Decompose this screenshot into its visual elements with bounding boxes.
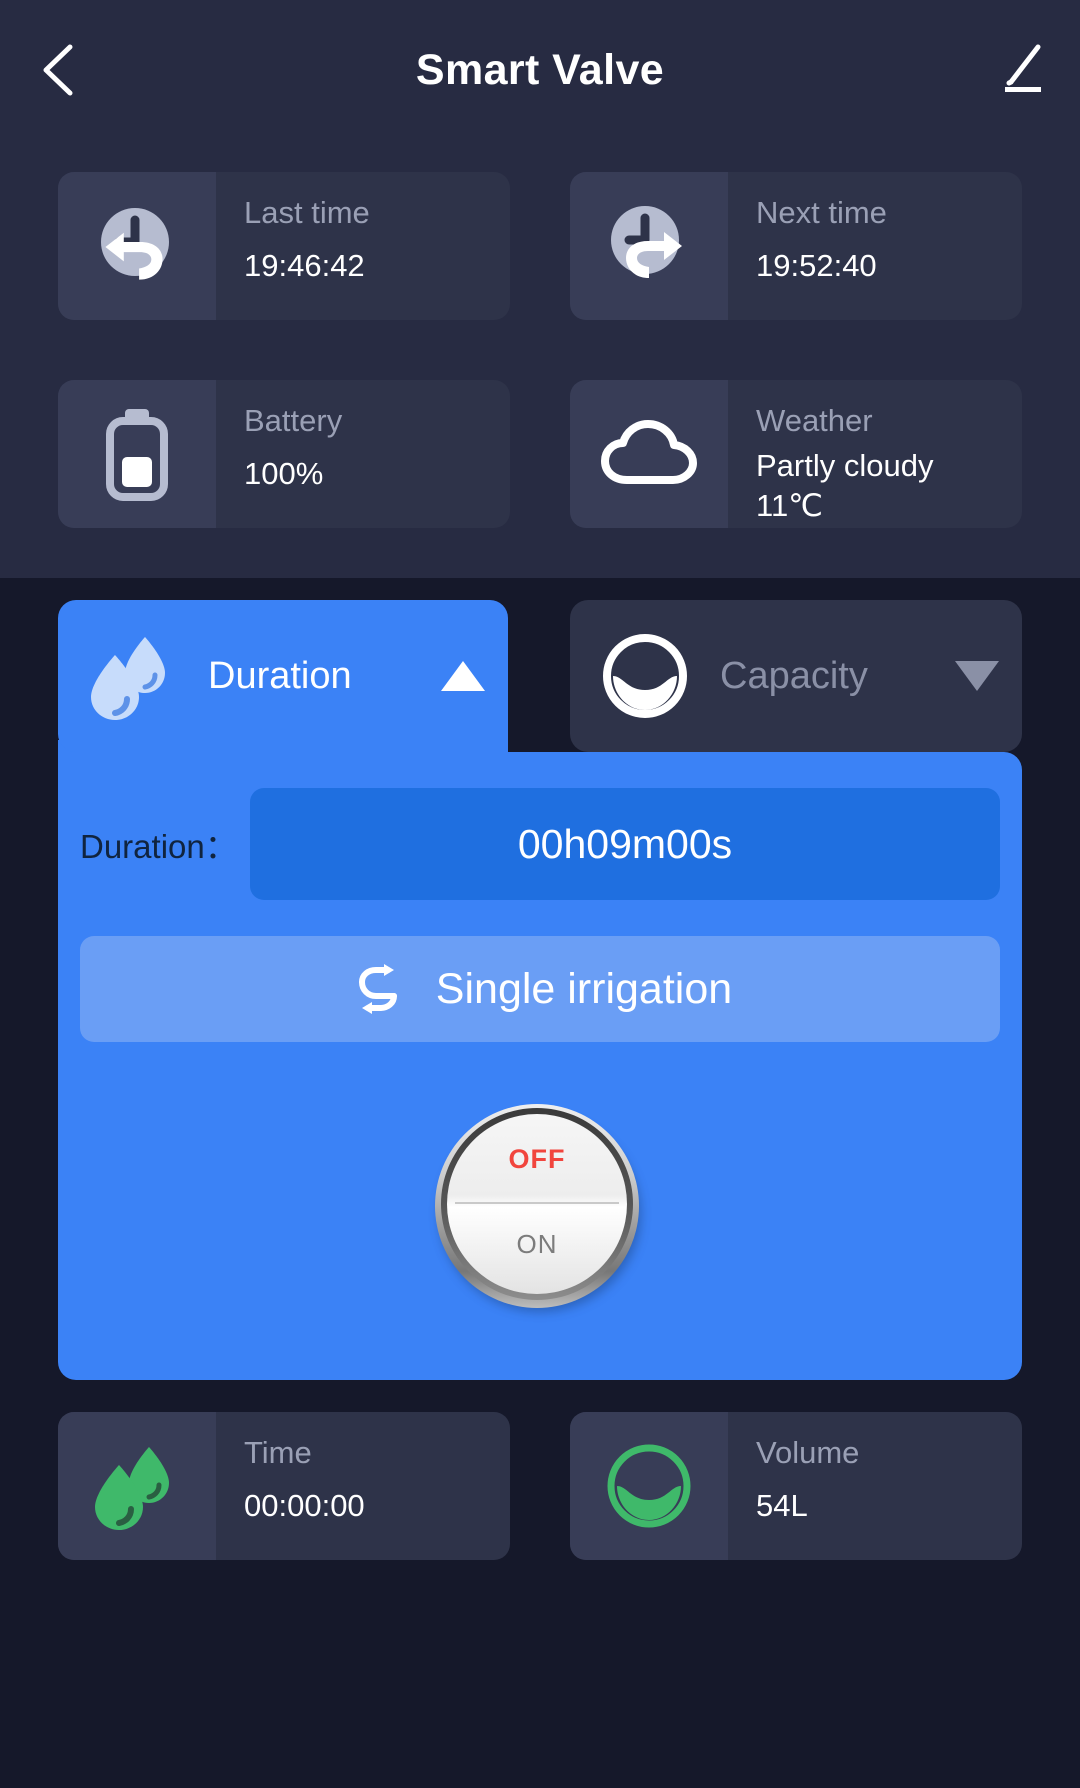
tab-label: Duration	[208, 654, 352, 697]
info-card-body: Volume 54L	[728, 1412, 1022, 1560]
info-card-volume[interactable]: Volume 54L	[570, 1412, 1022, 1560]
info-card-label: Next time	[756, 195, 887, 230]
info-card-icon-slot	[58, 1412, 216, 1560]
duration-row: Duration： 00h09m00s	[80, 788, 1000, 900]
cloud-icon	[601, 420, 697, 484]
duration-label: Duration：	[80, 828, 238, 865]
water-level-circle-icon	[603, 634, 687, 718]
duration-panel: Duration： 00h09m00s Single irrigation OF…	[58, 752, 1022, 1380]
info-card-body: Weather Partly cloudy 11℃	[728, 380, 1022, 528]
info-card-body: Battery 100%	[216, 380, 510, 528]
info-card-label: Volume	[756, 1435, 860, 1470]
info-card-body: Time 00:00:00	[216, 1412, 510, 1560]
page-title: Smart Valve	[415, 45, 665, 94]
triangle-up-icon	[441, 661, 485, 691]
info-card-label: Battery	[244, 403, 343, 438]
info-card-body: Next time 19:52:40	[728, 172, 1022, 320]
info-card-icon-slot	[570, 380, 728, 528]
back-button[interactable]	[26, 38, 90, 102]
tab-icon-slot	[58, 631, 208, 721]
info-card-value: 19:52:40	[756, 248, 877, 283]
single-irrigation-button[interactable]: Single irrigation	[80, 936, 1000, 1042]
edit-button[interactable]	[990, 38, 1054, 102]
power-toggle-knob[interactable]: OFF ON	[435, 1104, 645, 1314]
tab-capacity[interactable]: Capacity	[570, 600, 1022, 752]
duration-input[interactable]: 00h09m00s	[250, 788, 1000, 900]
tab-icon-slot	[570, 630, 720, 722]
mode-tabs: Duration Capacity	[0, 600, 1080, 760]
info-card-label: Last time	[244, 195, 370, 230]
info-card-value: Partly cloudy	[756, 448, 934, 483]
info-card-label: Weather	[756, 403, 873, 438]
knob-on-label: ON	[516, 1229, 558, 1259]
single-irrigation-label: Single irrigation	[435, 964, 733, 1013]
info-card-label: Time	[244, 1435, 312, 1470]
tab-arrow-slot	[418, 661, 508, 691]
chevron-left-icon	[43, 44, 73, 96]
knob-face: OFF ON	[447, 1114, 627, 1294]
clock-forward-icon	[611, 206, 682, 278]
triangle-down-icon	[955, 661, 999, 691]
knob-off-label: OFF	[508, 1144, 566, 1174]
info-card-value: 19:46:42	[244, 248, 365, 283]
app-header: Smart Valve	[0, 0, 1080, 140]
clock-back-icon	[101, 208, 169, 280]
info-card-last-time[interactable]: Last time 19:46:42	[58, 172, 510, 320]
info-card-battery[interactable]: Battery 100%	[58, 380, 510, 528]
info-card-next-time[interactable]: Next time 19:52:40	[570, 172, 1022, 320]
info-card-icon-slot	[570, 1412, 728, 1560]
info-card-body: Last time 19:46:42	[216, 172, 510, 320]
pencil-icon	[1005, 44, 1041, 92]
green-water-level-circle-icon	[607, 1444, 691, 1528]
info-card-icon-slot	[58, 172, 216, 320]
tab-label: Capacity	[720, 654, 868, 697]
tab-duration[interactable]: Duration	[58, 600, 508, 752]
info-card-grid: Last time 19:46:42 Next time 19:52:40 Ba…	[58, 172, 1022, 528]
repeat-loop-icon	[358, 964, 397, 1014]
info-card-value: 54L	[756, 1488, 808, 1523]
info-card-value: 00:00:00	[244, 1488, 365, 1523]
info-card-value: 100%	[244, 456, 324, 491]
info-card-icon-slot	[58, 380, 216, 528]
water-drops-icon	[91, 637, 165, 720]
app-screen: Smart Valve Last time 19:46:42 Next time…	[0, 0, 1080, 1788]
battery-icon	[106, 409, 168, 501]
top-status-region: Smart Valve Last time 19:46:42 Next time…	[0, 0, 1080, 578]
info-card-time[interactable]: Time 00:00:00	[58, 1412, 510, 1560]
duration-value: 00h09m00s	[517, 820, 733, 867]
info-card-icon-slot	[570, 172, 728, 320]
bottom-card-grid: Time 00:00:00 Volume 54L	[58, 1412, 1022, 1560]
info-card-value-secondary: 11℃	[756, 488, 823, 523]
green-water-drops-icon	[95, 1447, 169, 1530]
info-card-weather[interactable]: Weather Partly cloudy 11℃	[570, 380, 1022, 528]
tab-arrow-slot	[932, 661, 1022, 691]
